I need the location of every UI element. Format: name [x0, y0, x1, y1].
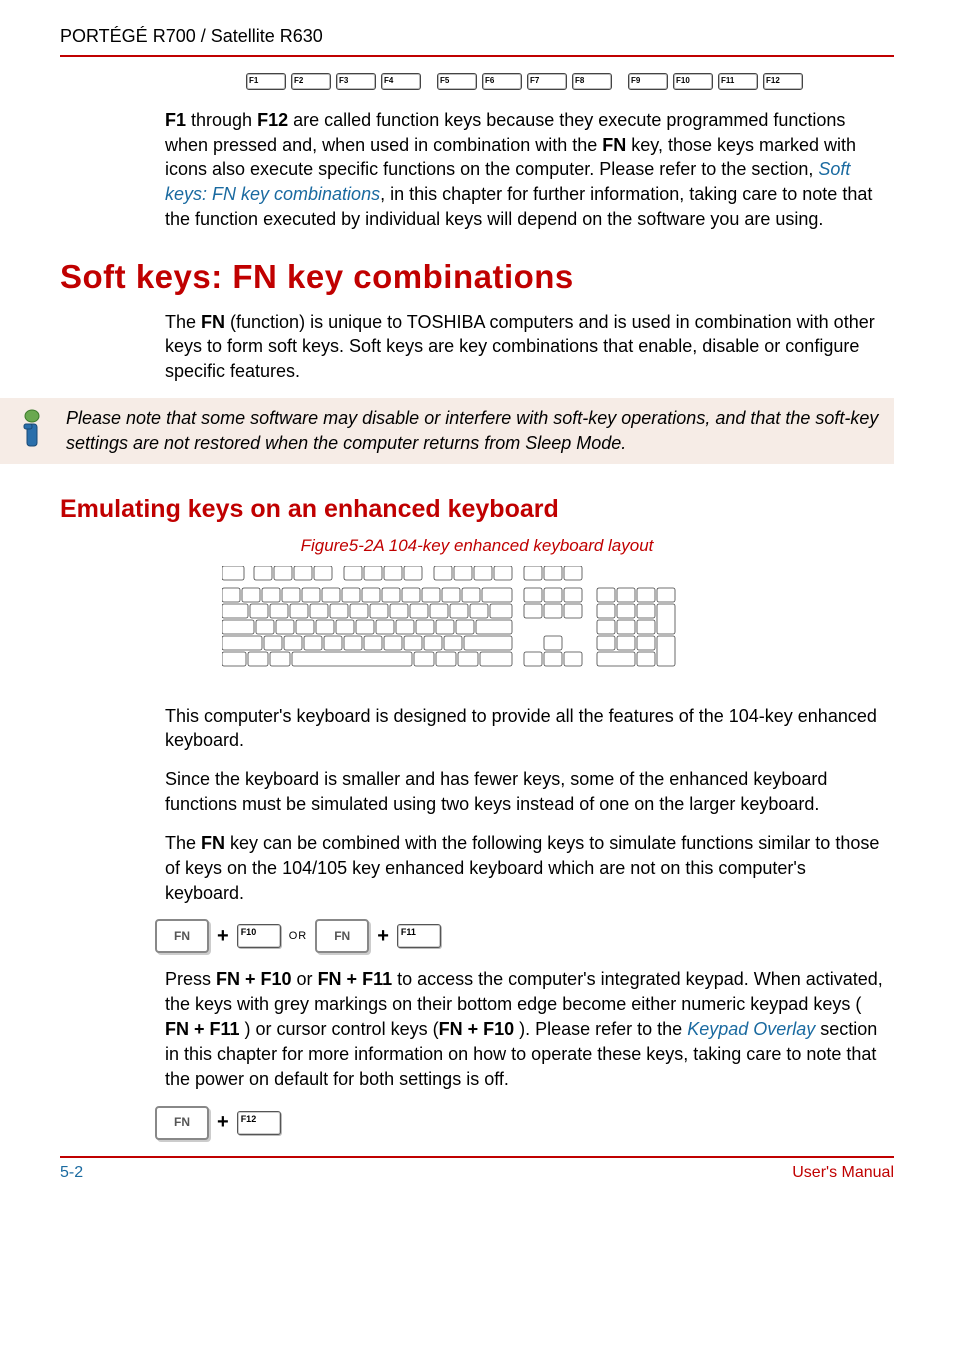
- info-icon: [14, 406, 52, 457]
- bold-fn-3: FN: [201, 833, 225, 853]
- fn-combo-row-1: FN + F10 OR FN + F11: [155, 919, 884, 953]
- figure-caption: Figure5-2A 104-key enhanced keyboard lay…: [60, 534, 894, 557]
- bold-f12: F12: [257, 110, 288, 130]
- fn-key-icon: FN: [155, 919, 209, 953]
- page-number: 5-2: [60, 1162, 83, 1184]
- link-keypad-overlay[interactable]: Keypad Overlay: [687, 1019, 815, 1039]
- fn-combo-row-2: FN + F12: [155, 1106, 884, 1140]
- intro-paragraph: F1 through F12 are called function keys …: [165, 108, 884, 232]
- softkeys-paragraph: The FN (function) is unique to TOSHIBA c…: [165, 310, 884, 384]
- f11-key-icon: F11: [397, 924, 441, 948]
- bold-fnf10: FN + F10: [216, 969, 292, 989]
- fkey-f2: F2: [291, 73, 331, 90]
- f12-key-icon: F12: [237, 1111, 281, 1135]
- keyboard-104-figure: [60, 566, 894, 686]
- bold-f1: F1: [165, 110, 186, 130]
- plus-icon: +: [217, 923, 229, 951]
- emu-p3: The FN key can be combined with the foll…: [165, 831, 884, 905]
- plus-icon-2: +: [377, 923, 389, 951]
- emu-p1: This computer's keyboard is designed to …: [165, 704, 884, 754]
- footer-rule: [60, 1156, 894, 1158]
- emu-p2: Since the keyboard is smaller and has fe…: [165, 767, 884, 817]
- note-text: Please note that some software may disab…: [66, 402, 886, 460]
- bold-fn: FN: [602, 135, 626, 155]
- emu-p4: Press FN + F10 or FN + F11 to access the…: [165, 967, 884, 1091]
- note-block: Please note that some software may disab…: [0, 398, 894, 464]
- function-key-row-graphic: F1 F2 F3 F4 F5 F6 F7 F8 F9 F10 F11 F12: [165, 73, 884, 90]
- f10-key-icon: F10: [237, 924, 281, 948]
- fkey-f7: F7: [527, 73, 567, 90]
- heading-emulating: Emulating keys on an enhanced keyboard: [60, 492, 894, 527]
- fkey-f10: F10: [673, 73, 713, 90]
- manual-label: User's Manual: [792, 1162, 894, 1184]
- page-footer: 5-2 User's Manual: [60, 1162, 894, 1184]
- fn-key-icon-2: FN: [315, 919, 369, 953]
- fkey-f12: F12: [763, 73, 803, 90]
- fkey-f1: F1: [246, 73, 286, 90]
- fn-key-icon-3: FN: [155, 1106, 209, 1140]
- bold-fn-2: FN: [201, 312, 225, 332]
- fkey-f8: F8: [572, 73, 612, 90]
- fkey-f3: F3: [336, 73, 376, 90]
- heading-soft-keys: Soft keys: FN key combinations: [60, 254, 894, 300]
- fkey-f5: F5: [437, 73, 477, 90]
- fkey-f9: F9: [628, 73, 668, 90]
- or-text: OR: [289, 929, 308, 944]
- fkey-f4: F4: [381, 73, 421, 90]
- fkey-f6: F6: [482, 73, 522, 90]
- fkey-f11: F11: [718, 73, 758, 90]
- bold-fnf11: FN + F11: [318, 969, 393, 989]
- page-header: PORTÉGÉ R700 / Satellite R630: [60, 24, 894, 55]
- bold-fnf10-2: FN + F10: [439, 1019, 515, 1039]
- plus-icon-3: +: [217, 1109, 229, 1137]
- header-rule: [60, 55, 894, 57]
- bold-fnf11-2: FN + F11: [165, 1019, 240, 1039]
